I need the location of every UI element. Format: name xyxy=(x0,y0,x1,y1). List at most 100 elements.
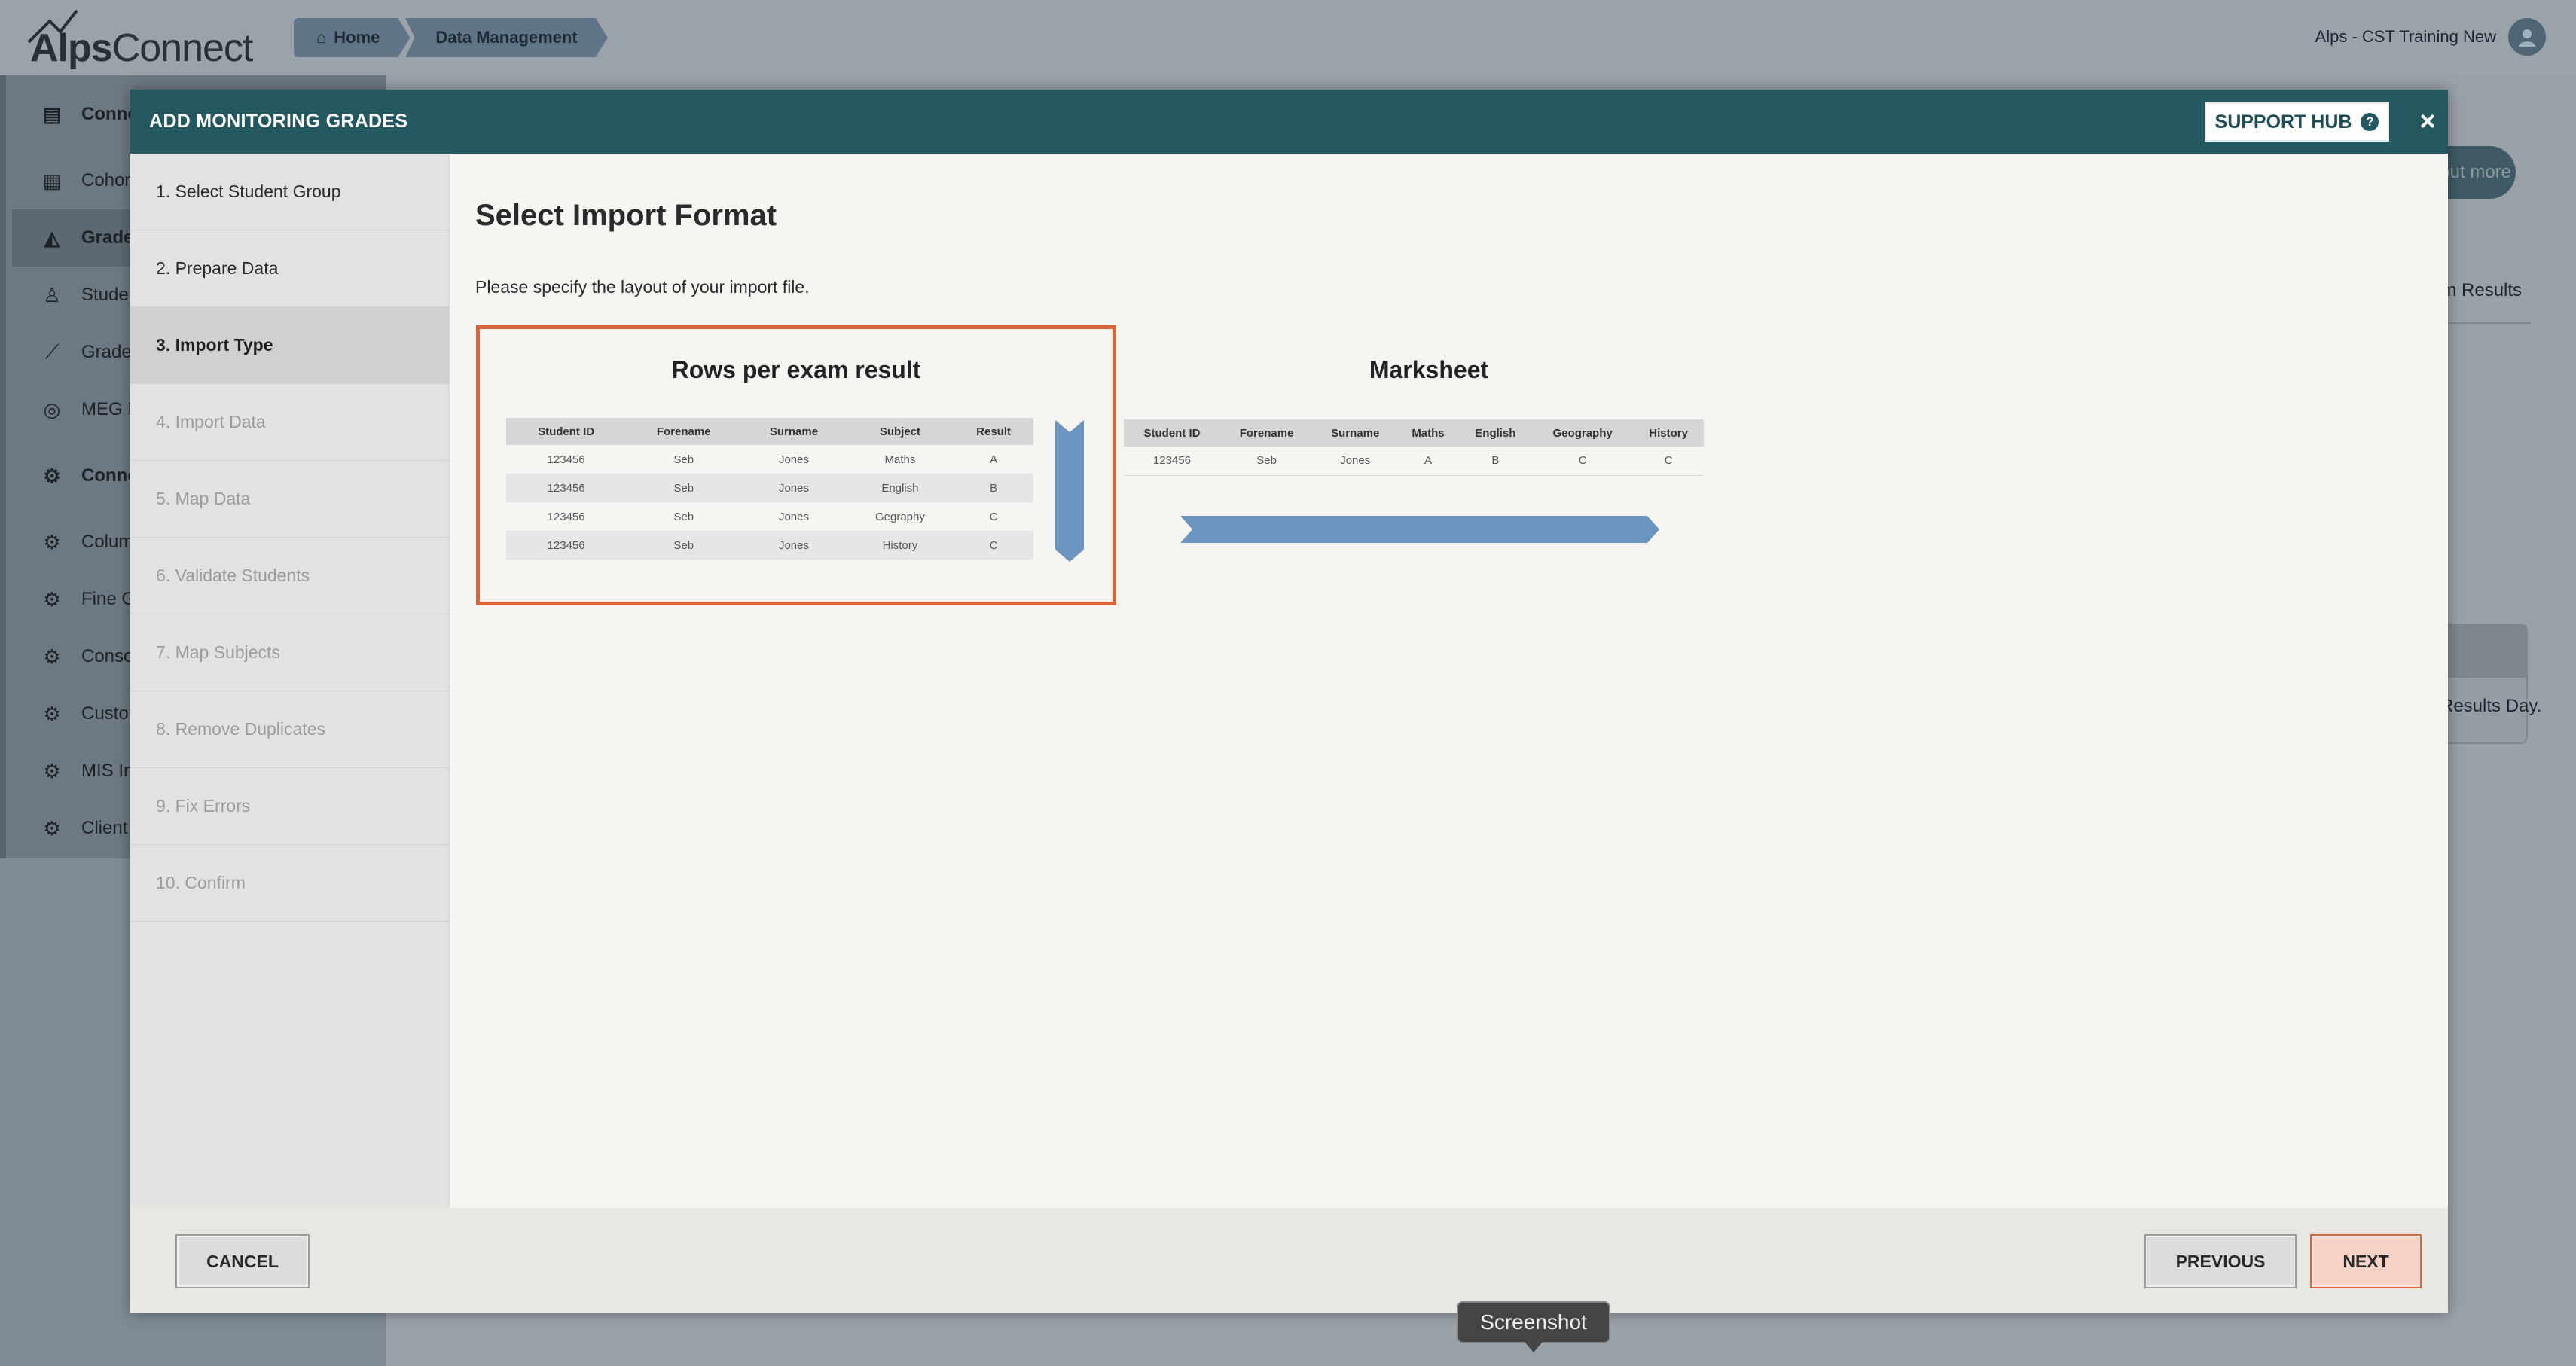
step-select-student-group[interactable]: 1. Select Student Group xyxy=(130,154,449,230)
table-row: 123456 Seb Jones English B xyxy=(506,474,1033,502)
alps-connect-logo[interactable]: AlpsConnect xyxy=(27,9,253,71)
table-cell: Seb xyxy=(1220,447,1314,476)
column-header: Geography xyxy=(1532,419,1634,447)
step-import-data: 4. Import Data xyxy=(130,384,449,461)
screenshot-tooltip: Screenshot xyxy=(1457,1301,1610,1343)
rows-example-table: Student ID Forename Surname Subject Resu… xyxy=(506,418,1033,560)
page-description: Please specify the layout of your import… xyxy=(475,277,810,297)
gear-icon: ⚙ xyxy=(43,530,61,553)
step-prepare-data[interactable]: 2. Prepare Data xyxy=(130,230,449,307)
gear-icon: ⚙ xyxy=(43,759,61,782)
table-row: 123456 Seb Jones A B C C xyxy=(1124,447,1704,476)
support-hub-label: SUPPORT HUB xyxy=(2214,111,2352,133)
gear-icon: ⚙ xyxy=(43,587,61,611)
graduation-cap-icon: ◭ xyxy=(44,226,60,249)
table-icon: ▦ xyxy=(42,169,62,192)
breadcrumb: ⌂ Home Data Management xyxy=(294,18,608,57)
table-cell: 123456 xyxy=(547,453,585,466)
step-remove-duplicates: 8. Remove Duplicates xyxy=(130,691,449,768)
table-cell: Gegraphy xyxy=(874,510,925,523)
column-header: Result xyxy=(954,418,1033,445)
target-icon: ◎ xyxy=(43,398,61,421)
page-title: Select Import Format xyxy=(475,199,777,232)
table-cell: Jones xyxy=(778,453,809,466)
tooltip-tail xyxy=(1525,1342,1543,1352)
next-button[interactable]: NEXT xyxy=(2310,1234,2422,1288)
table-header-row: Student ID Forename Surname Maths Englis… xyxy=(1124,419,1704,447)
account-menu[interactable]: Alps - CST Training New xyxy=(2315,18,2546,56)
student-icon: ♙ xyxy=(43,283,61,306)
support-hub-button[interactable]: SUPPORT HUB ? xyxy=(2205,102,2389,142)
table-row: 123456 Seb Jones History C xyxy=(506,531,1033,560)
table-header-row: Student ID Forename Surname Subject Resu… xyxy=(506,418,1033,445)
column-header: Subject xyxy=(846,418,954,445)
option-marksheet[interactable]: Marksheet Student ID Forename Surname Ma… xyxy=(1120,325,1738,605)
modal-header: ADD MONITORING GRADES SUPPORT HUB ? × xyxy=(130,90,2448,154)
arrow-right-icon xyxy=(1180,516,1659,543)
table-cell: C xyxy=(1532,447,1634,476)
table-cell: B xyxy=(1458,447,1533,476)
table-cell: Seb xyxy=(673,453,694,466)
table-cell: C xyxy=(989,510,998,523)
option-title: Marksheet xyxy=(1369,356,1489,383)
option-title: Rows per exam result xyxy=(671,356,921,383)
column-header: Student ID xyxy=(1124,419,1220,447)
step-import-type[interactable]: 3. Import Type xyxy=(130,307,449,384)
table-cell: Seb xyxy=(673,510,694,523)
previous-button[interactable]: PREVIOUS xyxy=(2144,1234,2297,1288)
column-header: Forename xyxy=(626,418,742,445)
step-content: Select Import Format Please specify the … xyxy=(450,154,2448,1208)
column-header: Forename xyxy=(1220,419,1314,447)
wizard-steps: 1. Select Student Group 2. Prepare Data … xyxy=(130,154,450,1208)
table-cell: Jones xyxy=(1313,447,1398,476)
table-row: 123456 Seb Jones Maths A xyxy=(506,445,1033,474)
modal-footer: CANCEL PREVIOUS NEXT xyxy=(130,1208,2448,1313)
gear-icon: ⚙ xyxy=(43,464,61,487)
results-day-label: Results Day. xyxy=(2440,696,2542,716)
breadcrumb-home-label: Home xyxy=(334,28,380,47)
breadcrumb-data-management-label: Data Management xyxy=(435,28,578,47)
top-bar: AlpsConnect ⌂ Home Data Management Alps … xyxy=(0,0,2576,75)
add-monitoring-grades-modal: ADD MONITORING GRADES SUPPORT HUB ? × 1.… xyxy=(130,90,2448,1313)
column-header: Student ID xyxy=(506,418,627,445)
database-icon: ▤ xyxy=(42,102,62,126)
breadcrumb-data-management[interactable]: Data Management xyxy=(405,18,607,57)
step-map-subjects: 7. Map Subjects xyxy=(130,614,449,691)
close-button[interactable]: × xyxy=(2413,105,2443,138)
column-header: Surname xyxy=(1313,419,1398,447)
table-cell: 123456 xyxy=(1124,447,1220,476)
step-validate-students: 6. Validate Students xyxy=(130,538,449,614)
table-cell: English xyxy=(846,474,954,502)
table-cell: History xyxy=(846,531,954,560)
option-rows-per-exam-result[interactable]: Rows per exam result Student ID Forename… xyxy=(476,325,1116,605)
column-header: Maths xyxy=(1397,419,1459,447)
gear-icon: ⚙ xyxy=(43,645,61,668)
table-cell: C xyxy=(1633,447,1704,476)
account-name: Alps - CST Training New xyxy=(2315,27,2496,46)
table-cell: Maths xyxy=(884,453,916,466)
table-cell: 123456 xyxy=(506,474,627,502)
home-icon: ⌂ xyxy=(316,28,327,47)
table-row: 123456 Seb Jones Gegraphy C xyxy=(506,502,1033,531)
chart-line-icon: ⟋ xyxy=(44,340,60,363)
results-day-text: Results Day. xyxy=(2440,696,2541,717)
question-mark-icon: ? xyxy=(2361,113,2379,131)
marksheet-example-table: Student ID Forename Surname Maths Englis… xyxy=(1124,419,1704,476)
step-map-data: 5. Map Data xyxy=(130,461,449,538)
column-header: History xyxy=(1633,419,1704,447)
cancel-button[interactable]: CANCEL xyxy=(175,1234,310,1288)
table-cell: Seb xyxy=(626,531,742,560)
table-cell: A xyxy=(1397,447,1459,476)
column-header: English xyxy=(1458,419,1533,447)
user-avatar-icon[interactable] xyxy=(2508,18,2546,56)
breadcrumb-home[interactable]: ⌂ Home xyxy=(294,18,410,57)
arrow-down-icon xyxy=(1055,420,1084,562)
table-cell: B xyxy=(954,474,1033,502)
table-cell: A xyxy=(990,453,998,466)
table-cell: 123456 xyxy=(506,531,627,560)
table-cell: Jones xyxy=(741,474,847,502)
table-cell: Seb xyxy=(626,474,742,502)
gear-icon: ⚙ xyxy=(43,702,61,725)
table-cell: Jones xyxy=(778,510,809,523)
modal-title: ADD MONITORING GRADES xyxy=(149,111,408,132)
